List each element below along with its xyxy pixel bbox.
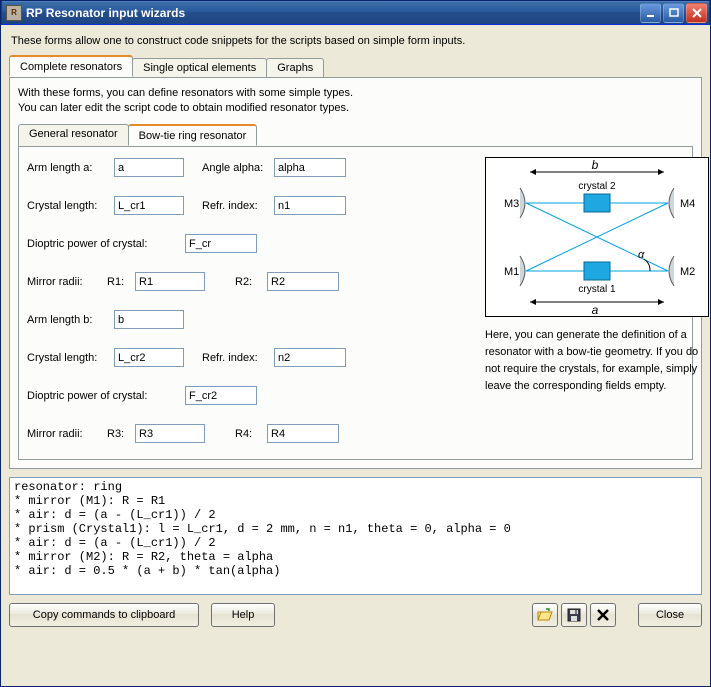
r1-input[interactable] [135,272,205,291]
header-text: These forms allow one to construct code … [11,35,700,47]
tab-label: Complete resonators [20,61,122,73]
maximize-button[interactable] [663,3,684,23]
app-icon: R [6,5,22,21]
minimize-button[interactable] [640,3,661,23]
svg-text:M2: M2 [680,266,695,278]
explain-line1: With these forms, you can define resonat… [18,86,693,101]
open-file-button[interactable] [532,603,558,627]
row-arm-a: Arm length a: Angle alpha: [27,157,467,179]
top-tab-panel: With these forms, you can define resonat… [9,77,702,469]
row-mirror-radii-2: Mirror radii: R3: R4: [27,423,467,445]
dioptric2-input[interactable] [185,386,257,405]
tab-graphs[interactable]: Graphs [266,58,324,77]
titlebar[interactable]: R RP Resonator input wizards [1,1,710,25]
row-crystal-length-1: Crystal length: Refr. index: [27,195,467,217]
tab-label: General resonator [29,128,118,140]
inner-tabset: General resonator Bow-tie ring resonator [18,124,693,147]
save-file-button[interactable] [561,603,587,627]
open-folder-icon [537,608,553,622]
mirror-radii-label: Mirror radii: [27,276,99,288]
tab-label: Bow-tie ring resonator [139,130,247,142]
code-output[interactable] [9,477,702,595]
app-window: R RP Resonator input wizards These forms… [0,0,711,687]
tab-complete-resonators[interactable]: Complete resonators [9,55,133,77]
dioptric1-label: Dioptric power of crystal: [27,238,185,250]
r4-label: R4: [235,428,267,440]
svg-text:M4: M4 [680,198,695,210]
tab-single-optical-elements[interactable]: Single optical elements [132,58,267,77]
close-button-label: Close [656,609,684,621]
tab-label: Single optical elements [143,62,256,74]
top-tabset: Complete resonators Single optical eleme… [9,55,702,78]
right-column: b a M3 M4 [467,157,709,451]
row-arm-b: Arm length b: [27,309,467,331]
row-crystal-length-2: Crystal length: Refr. index: [27,347,467,369]
svg-text:crystal 2: crystal 2 [578,181,616,192]
explanation-text: With these forms, you can define resonat… [18,86,693,116]
svg-text:M1: M1 [504,266,519,278]
window-buttons [640,3,707,23]
close-button[interactable] [686,3,707,23]
explain-line2: You can later edit the script code to ob… [18,101,693,116]
save-floppy-icon [567,608,581,622]
arm-b-input[interactable] [114,310,184,329]
arm-b-label: Arm length b: [27,314,114,326]
close-icon [692,8,702,18]
copy-button[interactable]: Copy commands to clipboard [9,603,199,627]
angle-alpha-label: Angle alpha: [202,162,274,174]
svg-text:M3: M3 [504,198,519,210]
crystal-length2-label: Crystal length: [27,352,114,364]
bowtie-diagram: b a M3 M4 [485,157,709,317]
tab-bowtie-ring-resonator[interactable]: Bow-tie ring resonator [128,124,258,146]
window-title: RP Resonator input wizards [26,6,640,20]
close-dialog-button[interactable]: Close [638,603,702,627]
button-row: Copy commands to clipboard Help [9,595,702,627]
r3-input[interactable] [135,424,205,443]
row-mirror-radii-1: Mirror radii: R1: R2: [27,271,467,293]
arm-a-label: Arm length a: [27,162,114,174]
angle-alpha-input[interactable] [274,158,346,177]
dioptric1-input[interactable] [185,234,257,253]
refr-index1-input[interactable] [274,196,346,215]
help-button[interactable]: Help [211,603,275,627]
form-column: Arm length a: Angle alpha: Crystal lengt… [27,157,467,451]
r1-label: R1: [107,276,135,288]
svg-text:α: α [638,249,645,261]
refr-index2-label: Refr. index: [202,352,274,364]
svg-text:a: a [592,303,599,316]
crystal-length1-label: Crystal length: [27,200,114,212]
crystal-length2-input[interactable] [114,348,184,367]
delete-x-icon [596,608,610,622]
row-dioptric2: Dioptric power of crystal: [27,385,467,407]
svg-text:b: b [592,158,599,172]
diagram-description: Here, you can generate the definition of… [485,327,709,395]
tab-general-resonator[interactable]: General resonator [18,124,129,146]
delete-button[interactable] [590,603,616,627]
inner-tab-panel: Arm length a: Angle alpha: Crystal lengt… [18,146,693,460]
r2-input[interactable] [267,272,339,291]
minimize-icon [646,8,656,18]
refr-index1-label: Refr. index: [202,200,274,212]
tab-label: Graphs [277,62,313,74]
bowtie-diagram-svg: b a M3 M4 [486,158,708,316]
mirror-radii-label2: Mirror radii: [27,428,99,440]
copy-button-label: Copy commands to clipboard [33,609,175,621]
help-button-label: Help [232,609,255,621]
client-area: These forms allow one to construct code … [1,25,710,686]
dioptric2-label: Dioptric power of crystal: [27,390,185,402]
r4-input[interactable] [267,424,339,443]
arm-a-input[interactable] [114,158,184,177]
refr-index2-input[interactable] [274,348,346,367]
r3-label: R3: [107,428,135,440]
svg-text:crystal 1: crystal 1 [578,284,616,295]
r2-label: R2: [235,276,267,288]
crystal-length1-input[interactable] [114,196,184,215]
row-dioptric1: Dioptric power of crystal: [27,233,467,255]
maximize-icon [669,8,679,18]
